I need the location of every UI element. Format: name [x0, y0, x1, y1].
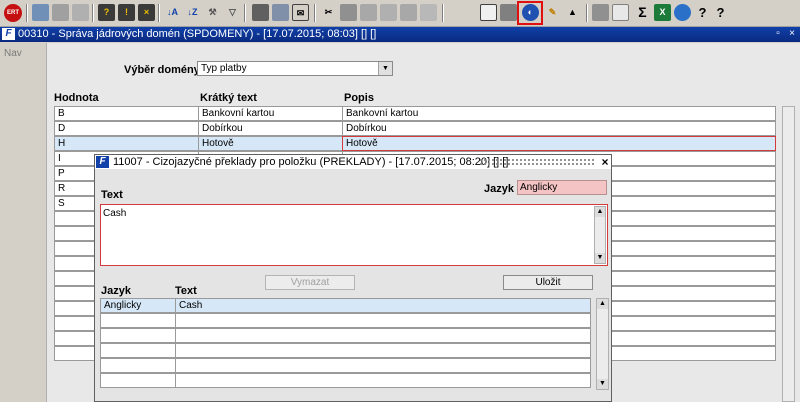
excel-icon[interactable]: X	[654, 4, 671, 21]
sum-icon[interactable]: Σ	[634, 4, 651, 21]
translation-cell-text[interactable]	[175, 343, 591, 358]
translation-cell-text[interactable]	[175, 328, 591, 343]
cell-hodnota[interactable]: B	[54, 106, 200, 121]
cancel-query-icon[interactable]: ×	[138, 4, 155, 21]
translation-cell-text[interactable]	[175, 313, 591, 328]
envelope-icon[interactable]	[612, 4, 629, 21]
translation-cell-jazyk[interactable]	[100, 343, 176, 358]
save-icon[interactable]	[32, 4, 49, 21]
sort-desc-icon[interactable]: ↓Z	[184, 4, 201, 21]
report-icon[interactable]	[500, 4, 517, 21]
mail-icon[interactable]: ✉	[292, 4, 309, 21]
report-designer-icon[interactable]	[592, 4, 609, 21]
cell-popis[interactable]: Dobírkou	[342, 121, 776, 136]
wrench-icon[interactable]: ⚒	[204, 4, 221, 21]
cell-hodnota[interactable]: D	[54, 121, 200, 136]
cell-kratky[interactable]: Dobírkou	[198, 121, 343, 136]
main-window-title-bar: F 00310 - Správa jádrových domén (SPDOME…	[0, 27, 800, 42]
cut-icon[interactable]: ✂	[320, 4, 337, 21]
toolbar-separator	[244, 4, 246, 22]
cell-kratky[interactable]: Hotově	[198, 136, 343, 151]
main-toolbar: ERT ? ! × ↓A ↓Z ⚒ ▽ ✉ ✂ ◐ ✎ ▲ Σ X ? ?	[0, 0, 800, 27]
toolbar-separator	[158, 4, 160, 22]
cell-popis[interactable]: Hotově	[342, 136, 776, 151]
query-icon[interactable]: ?	[98, 4, 115, 21]
translate-icon[interactable]: ◐	[522, 4, 539, 21]
context-help-icon[interactable]: ?	[712, 4, 729, 21]
translations-table: Anglicky Cash	[95, 155, 611, 401]
zoom-icon[interactable]	[380, 4, 397, 21]
triangle-icon[interactable]: ▲	[564, 4, 581, 21]
translation-cell-text[interactable]	[175, 358, 591, 373]
toolbar-separator	[92, 4, 94, 22]
scroll-up-icon[interactable]: ▲	[597, 299, 608, 309]
sort-asc-icon[interactable]: ↓A	[164, 4, 181, 21]
copy-icon[interactable]	[340, 4, 357, 21]
toolbar-separator	[586, 4, 588, 22]
cell-kratky[interactable]: Bankovní kartou	[198, 106, 343, 121]
cell-hodnota[interactable]: H	[54, 136, 200, 151]
main-window-title: 00310 - Správa jádrových domén (SPDOMENY…	[18, 28, 377, 40]
help-icon[interactable]: ?	[694, 4, 711, 21]
execute-query-icon[interactable]: !	[118, 4, 135, 21]
translation-cell-text[interactable]: Cash	[175, 298, 591, 313]
app-icon: F	[2, 28, 15, 40]
translation-cell-jazyk[interactable]	[100, 358, 176, 373]
highlight-icon[interactable]: ✎	[544, 4, 561, 21]
toolbar-separator	[26, 4, 28, 22]
translation-dialog: F 11007 - Cizojazyčné překlady pro polož…	[94, 154, 612, 402]
translation-cell-jazyk[interactable]	[100, 373, 176, 388]
table-scrollbar[interactable]	[782, 106, 795, 402]
nav-panel: Nav	[0, 43, 47, 402]
restore-icon[interactable]: ▫	[772, 28, 784, 40]
toolbar-separator	[314, 4, 316, 22]
edit-field-icon[interactable]	[400, 4, 417, 21]
print-icon[interactable]	[252, 4, 269, 21]
web-icon[interactable]	[674, 4, 691, 21]
cell-popis[interactable]: Bankovní kartou	[342, 106, 776, 121]
new-record-icon[interactable]	[52, 4, 69, 21]
translation-cell-text[interactable]	[175, 373, 591, 388]
translation-cell-jazyk[interactable]	[100, 313, 176, 328]
scroll-down-icon[interactable]: ▼	[597, 379, 608, 389]
form-icon[interactable]	[420, 4, 437, 21]
print-preview-icon[interactable]	[272, 4, 289, 21]
close-icon[interactable]: ×	[786, 28, 798, 40]
toolbar-separator	[442, 4, 444, 22]
nav-label[interactable]: Nav	[4, 48, 22, 59]
translation-cell-jazyk[interactable]: Anglicky	[100, 298, 176, 313]
filter-icon[interactable]: ▽	[224, 4, 241, 21]
translation-cell-jazyk[interactable]	[100, 328, 176, 343]
exit-icon[interactable]: ERT	[4, 4, 22, 22]
translations-scrollbar[interactable]: ▲ ▼	[596, 298, 609, 390]
calendar-icon[interactable]	[480, 4, 497, 21]
delete-record-icon[interactable]	[72, 4, 89, 21]
paste-icon[interactable]	[360, 4, 377, 21]
